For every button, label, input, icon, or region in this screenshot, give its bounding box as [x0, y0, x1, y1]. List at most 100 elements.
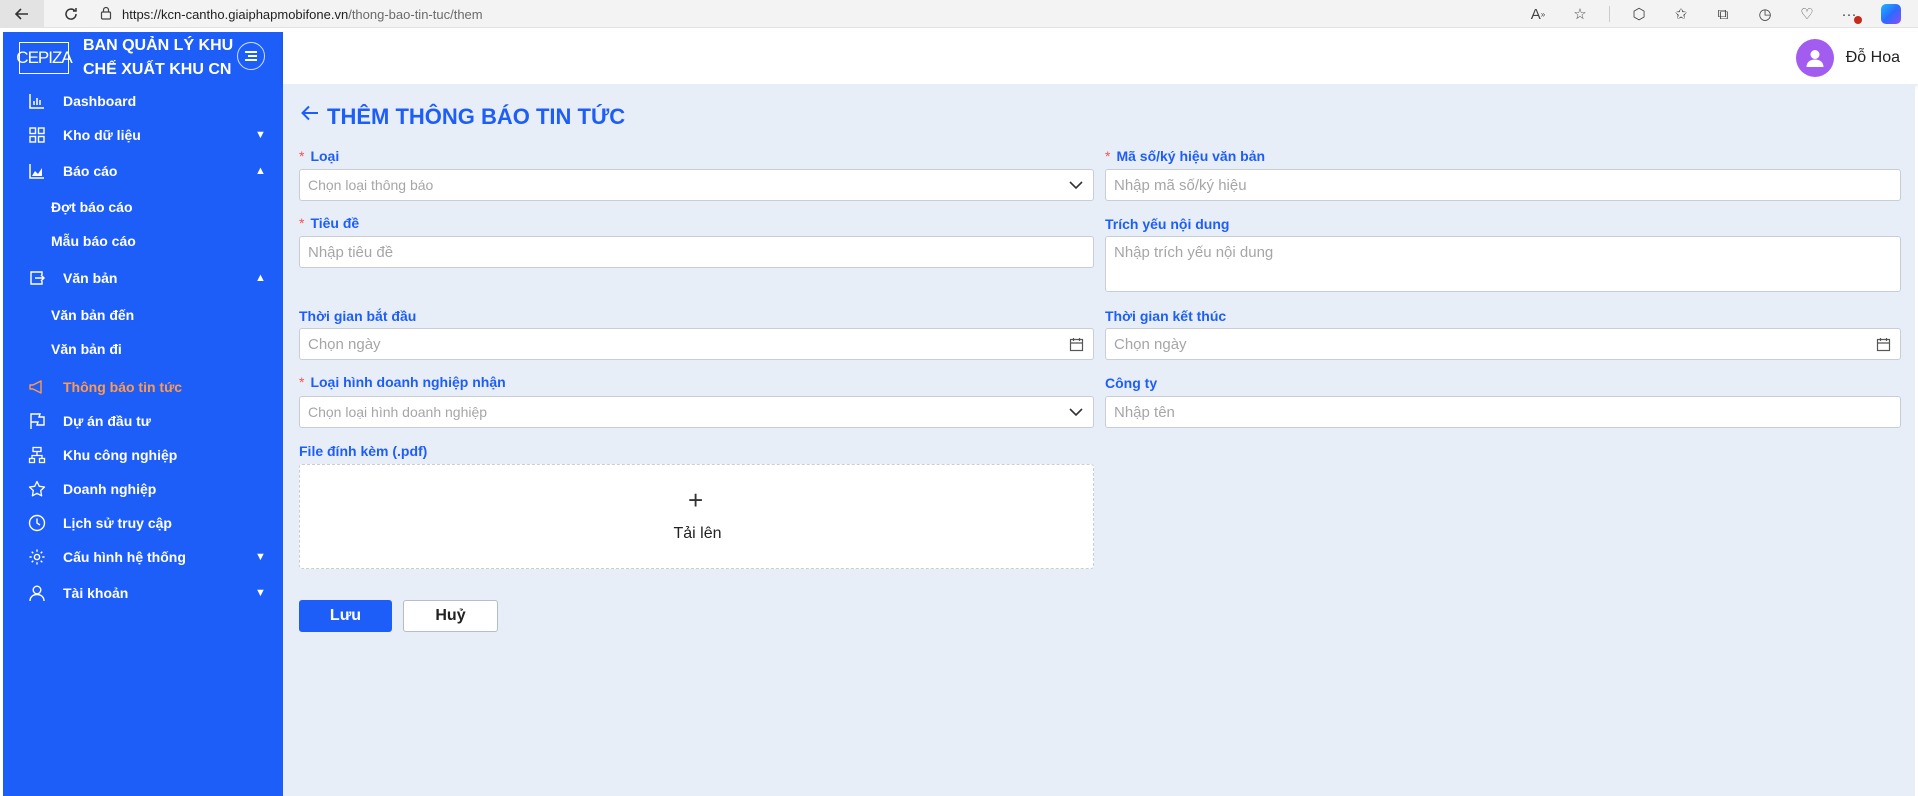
brand: CEPIZA BAN QUẢN LÝ KHU CHẾ XUẤT KHU CN — [3, 32, 283, 82]
top-header: Đỗ Hoa — [283, 32, 1918, 84]
sidebar-item-label: Dashboard — [63, 93, 137, 109]
grid-icon — [27, 125, 47, 145]
sidebar-item-bao-cao[interactable]: Báo cáo ▲ — [3, 157, 283, 185]
sidebar-item-tai-khoan[interactable]: Tài khoản ▼ — [3, 579, 283, 607]
sidebar-item-doanh-nghiep[interactable]: Doanh nghiệp — [3, 475, 283, 503]
favorites-icon[interactable]: ✩ — [1660, 1, 1702, 27]
sidebar-item-label: Doanh nghiệp — [63, 481, 157, 497]
chevron-down-icon — [1067, 176, 1085, 194]
calendar-icon — [1067, 335, 1085, 353]
trich-yeu-label-text: Trích yếu nội dung — [1105, 216, 1230, 232]
browser-actions: A» ☆ ⬡ ✩ ⧉ ◷ ♡ ··· — [1517, 0, 1912, 28]
url-path: /thong-bao-tin-tuc/them — [348, 6, 483, 22]
clock-icon — [27, 513, 47, 533]
browser-refresh-button[interactable] — [56, 1, 86, 27]
username: Đỗ Hoa — [1845, 49, 1900, 66]
sidebar-collapse-button[interactable] — [237, 42, 265, 70]
extensions-icon[interactable]: ⬡ — [1618, 1, 1660, 27]
tieu-de-placeholder: Nhập tiêu đề — [308, 243, 394, 261]
chevron-down-icon: ▼ — [255, 587, 266, 599]
ket-thuc-datepicker[interactable]: Chọn ngày — [1105, 328, 1901, 360]
more-menu-icon[interactable]: ··· — [1828, 1, 1870, 27]
sidebar-item-dashboard[interactable]: Dashboard — [3, 87, 283, 115]
bat-dau-placeholder: Chọn ngày — [308, 335, 381, 353]
sidebar-item-label: Thông báo tin tức — [63, 379, 183, 395]
sidebar: CEPIZA BAN QUẢN LÝ KHU CHẾ XUẤT KHU CN D… — [3, 32, 283, 796]
plus-icon: + — [688, 485, 704, 515]
file-label-text: File đính kèm (.pdf) — [299, 443, 428, 459]
loai-label-text: Loại — [310, 148, 340, 164]
browser-back-button[interactable] — [0, 0, 44, 28]
tieu-de-input[interactable]: Nhập tiêu đề — [299, 236, 1094, 268]
sidebar-item-label: Khu công nghiệp — [63, 447, 178, 463]
chart-bar-icon — [27, 91, 47, 111]
url-host: https://kcn-cantho.giaiphapmobifone.vn — [122, 6, 349, 22]
sidebar-item-label: Cấu hình hệ thống — [63, 549, 186, 565]
flag-icon — [27, 411, 47, 431]
ma-so-placeholder: Nhập mã số/ký hiệu — [1114, 176, 1247, 194]
required-mark: * — [299, 374, 305, 390]
sidebar-subitem-van-ban-den[interactable]: Văn bản đến — [51, 303, 134, 327]
loai-label: * Loại — [299, 148, 339, 164]
cong-ty-placeholder: Nhập tên — [1114, 403, 1175, 421]
copilot-icon[interactable] — [1870, 1, 1912, 27]
brand-title-line2: CHẾ XUẤT KHU CN — [83, 61, 232, 78]
sidebar-subitem-van-ban-di[interactable]: Văn bản đi — [51, 337, 122, 361]
user-menu[interactable]: Đỗ Hoa — [1795, 39, 1900, 77]
bat-dau-label: Thời gian bắt đầu — [299, 308, 416, 324]
megaphone-icon — [27, 377, 47, 397]
cancel-button[interactable]: Huỷ — [403, 600, 498, 632]
upload-label: Tải lên — [673, 525, 722, 542]
cong-ty-input[interactable]: Nhập tên — [1105, 396, 1901, 428]
address-bar[interactable]: https://kcn-cantho.giaiphapmobifone.vn/t… — [100, 2, 1600, 26]
calendar-icon — [1874, 335, 1892, 353]
loai-hinh-select[interactable]: Chọn loại hình doanh nghiệp — [299, 396, 1094, 428]
sidebar-item-label: Tài khoản — [63, 585, 129, 601]
history-icon[interactable]: ◷ — [1744, 1, 1786, 27]
sidebar-item-kho-du-lieu[interactable]: Kho dữ liệu ▼ — [3, 121, 283, 149]
trich-yeu-textarea[interactable]: Nhập trích yếu nội dung — [1105, 236, 1901, 292]
sidebar-item-du-an-dau-tu[interactable]: Dự án đầu tư — [3, 407, 283, 435]
refresh-icon — [65, 7, 77, 20]
read-aloud-icon[interactable]: A» — [1517, 1, 1559, 27]
ma-so-input[interactable]: Nhập mã số/ký hiệu — [1105, 169, 1901, 201]
sidebar-item-khu-cong-nghiep[interactable]: Khu công nghiệp — [3, 441, 283, 469]
cong-ty-label: Công ty — [1105, 375, 1157, 391]
sidebar-item-van-ban[interactable]: Văn bản ▲ — [3, 264, 283, 292]
chevron-down-icon: ▼ — [255, 129, 266, 141]
ket-thuc-label: Thời gian kết thúc — [1105, 308, 1226, 324]
tieu-de-label: * Tiêu đề — [299, 215, 359, 231]
brand-logo: CEPIZA — [16, 42, 73, 74]
sidebar-subitem-dot-bao-cao[interactable]: Đợt báo cáo — [51, 195, 133, 219]
user-icon — [27, 583, 47, 603]
cluster-icon — [27, 445, 47, 465]
page-title-text: THÊM THÔNG BÁO TIN TỨC — [327, 103, 626, 129]
sidebar-item-label: Báo cáo — [63, 163, 118, 179]
sidebar-item-label: Văn bản — [63, 270, 118, 286]
sidebar-item-thong-bao-tin-tuc[interactable]: Thông báo tin tức — [3, 373, 283, 401]
sidebar-item-label: Lịch sử truy cập — [63, 515, 172, 531]
loai-select[interactable]: Chọn loại thông báo — [299, 169, 1094, 201]
avatar — [1795, 39, 1834, 77]
loai-hinh-label-text: Loại hình doanh nghiệp nhận — [310, 374, 506, 390]
loai-hinh-placeholder: Chọn loại hình doanh nghiệp — [308, 404, 488, 420]
brand-title: BAN QUẢN LÝ KHU CHẾ XUẤT KHU CN — [83, 34, 243, 82]
chevron-down-icon: ▼ — [255, 551, 266, 563]
ket-thuc-label-text: Thời gian kết thúc — [1105, 308, 1227, 324]
bat-dau-datepicker[interactable]: Chọn ngày — [299, 328, 1094, 360]
back-arrow-icon[interactable] — [299, 102, 321, 131]
sidebar-item-cau-hinh-he-thong[interactable]: Cấu hình hệ thống ▼ — [3, 543, 283, 571]
favorite-star-icon[interactable]: ☆ — [1559, 1, 1601, 27]
required-mark: * — [299, 215, 305, 231]
tieu-de-label-text: Tiêu đề — [310, 215, 360, 231]
cong-ty-label-text: Công ty — [1105, 375, 1158, 391]
file-upload-dropzone[interactable]: + Tải lên — [299, 464, 1094, 569]
sidebar-item-lich-su-truy-cap[interactable]: Lịch sử truy cập — [3, 509, 283, 537]
chevron-up-icon: ▲ — [255, 165, 266, 177]
collections-icon[interactable]: ⧉ — [1702, 1, 1744, 27]
browser-essentials-icon[interactable]: ♡ — [1786, 1, 1828, 27]
sidebar-subitem-mau-bao-cao[interactable]: Mẫu báo cáo — [51, 229, 136, 253]
menu-fold-icon — [245, 51, 257, 61]
save-button[interactable]: Lưu — [299, 600, 392, 632]
trich-yeu-placeholder: Nhập trích yếu nội dung — [1114, 244, 1274, 261]
